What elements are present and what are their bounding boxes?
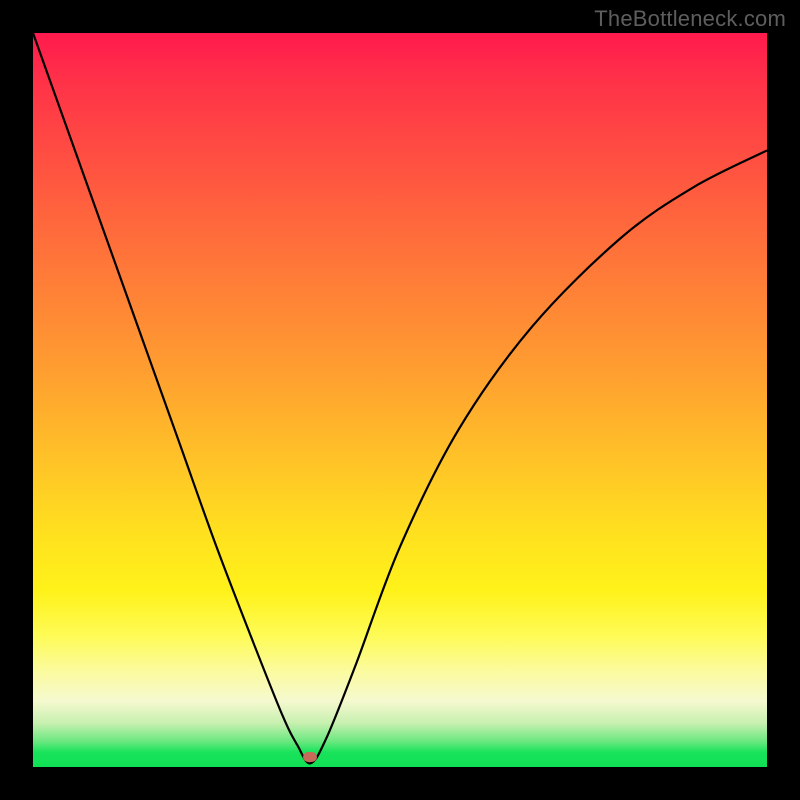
bottleneck-curve: [33, 33, 767, 767]
plot-area: [33, 33, 767, 767]
watermark-text: TheBottleneck.com: [594, 6, 786, 32]
curve-path: [33, 33, 767, 763]
minimum-marker: [303, 752, 317, 762]
chart-frame: TheBottleneck.com: [0, 0, 800, 800]
